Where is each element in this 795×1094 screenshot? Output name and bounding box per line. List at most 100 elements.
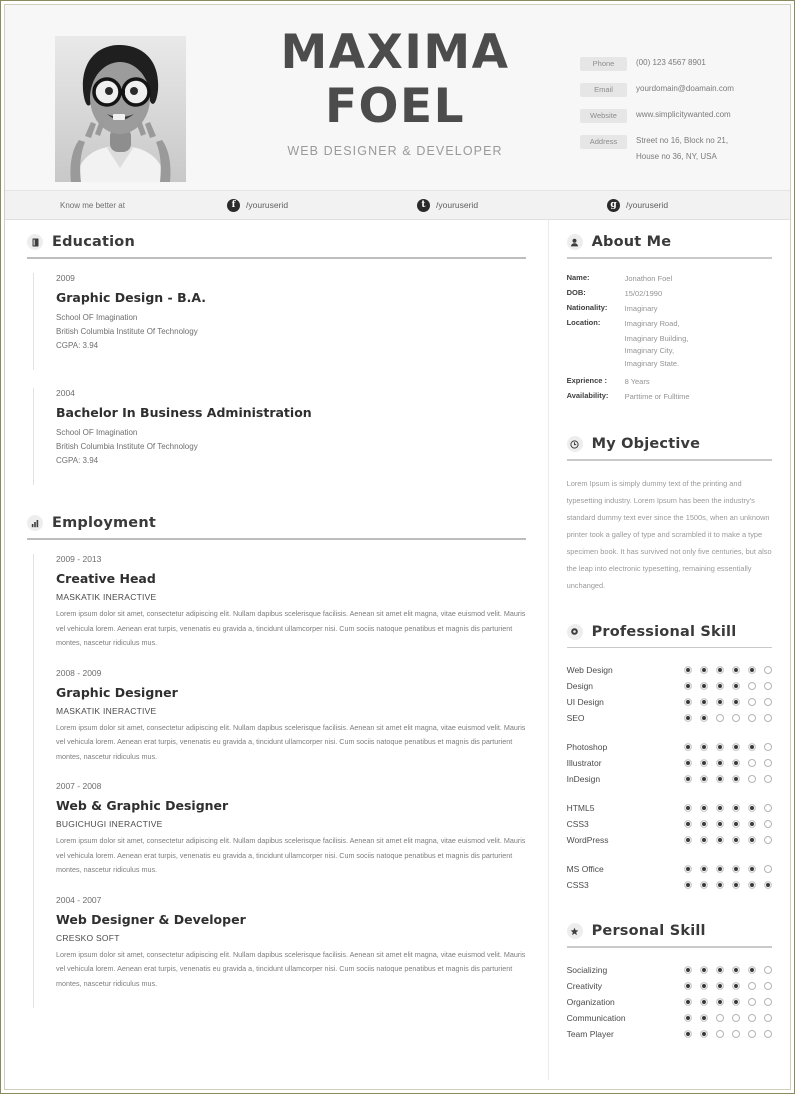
contact-list: Phone (00) 123 4567 8901 Email yourdomai… bbox=[580, 57, 780, 175]
about-location-line: Imaginary State. bbox=[624, 358, 680, 368]
section-about-me: About Me Name: Jonathon Foel DOB: 15/02/… bbox=[566, 234, 772, 403]
avatar bbox=[55, 36, 186, 182]
skill-dot-filled bbox=[732, 804, 740, 812]
education-title: Education bbox=[52, 234, 135, 250]
skill-rating bbox=[676, 666, 772, 674]
skill-dot-filled bbox=[748, 881, 756, 889]
contact-value-email[interactable]: yourdomain@doamain.com bbox=[636, 83, 734, 95]
skill-dot-filled bbox=[684, 743, 692, 751]
employment-company: MASKATIK INERACTIVE bbox=[56, 705, 157, 716]
skill-dot-filled bbox=[748, 865, 756, 873]
employment-position: Web Designer & Developer bbox=[56, 911, 246, 927]
skill-dot-empty bbox=[764, 865, 772, 873]
skill-dot-filled bbox=[700, 743, 708, 751]
skill-dot-filled bbox=[684, 981, 692, 990]
skill-dot-filled bbox=[684, 997, 692, 1006]
skill-name: HTML5 bbox=[566, 803, 595, 813]
skill-row: Design bbox=[567, 678, 772, 694]
contact-row-email: Email yourdomain@doamain.com bbox=[580, 83, 780, 97]
skill-dot-filled bbox=[748, 743, 756, 751]
professional-skill-list: Web Design Design UI Design SEO Photoshop Ill… bbox=[567, 662, 772, 893]
social-link-googleplus[interactable]: g /youruserid bbox=[607, 191, 668, 219]
skill-name: Organization bbox=[566, 996, 615, 1007]
gear-icon bbox=[566, 623, 583, 640]
education-cgpa: CGPA: 3.94 bbox=[56, 456, 99, 465]
skill-dot-filled bbox=[732, 981, 740, 990]
skill-dot-filled bbox=[684, 759, 692, 767]
contact-label-address: Address bbox=[580, 135, 627, 149]
skill-dot-filled bbox=[684, 775, 692, 783]
section-education: Education 2009 Graphic Design - B.A. Sch… bbox=[27, 234, 526, 485]
skill-dot-empty bbox=[764, 997, 772, 1006]
skill-rating bbox=[676, 865, 772, 873]
skill-dot-empty bbox=[764, 698, 772, 706]
skill-name: CSS3 bbox=[566, 880, 589, 890]
skill-dot-filled bbox=[732, 997, 740, 1006]
skill-dot-filled bbox=[748, 836, 756, 844]
name-block: MAXIMA FOEL WEB DESIGNER & DEVELOPER bbox=[220, 27, 570, 159]
skill-dot-empty bbox=[732, 1029, 740, 1038]
skill-rating bbox=[676, 682, 772, 690]
skill-dot-filled bbox=[700, 997, 708, 1006]
education-institute: British Columbia Institute Of Technology bbox=[56, 442, 198, 451]
objective-text: Lorem Ipsum is simply dummy text of the … bbox=[566, 478, 772, 590]
skill-name: MS Office bbox=[566, 864, 604, 874]
skill-dot-filled bbox=[700, 1013, 708, 1022]
skill-dot-filled bbox=[700, 981, 708, 990]
contact-label-phone: Phone bbox=[580, 57, 627, 71]
skill-row: CSS3 bbox=[567, 877, 772, 893]
skill-dot-empty bbox=[764, 775, 772, 783]
employment-year: 2007 - 2008 bbox=[56, 781, 102, 791]
skill-group-gap bbox=[567, 848, 772, 861]
contact-value-phone: (00) 123 4567 8901 bbox=[636, 58, 706, 67]
about-key: Exprience : bbox=[566, 376, 608, 385]
skill-row: Illustrator bbox=[567, 755, 772, 771]
education-year: 2009 bbox=[56, 273, 75, 283]
education-item: 2004 Bachelor In Business Administration… bbox=[33, 388, 526, 485]
skill-dot-filled bbox=[700, 820, 708, 828]
skill-row: Socializing bbox=[567, 962, 772, 978]
resume-header: MAXIMA FOEL WEB DESIGNER & DEVELOPER Pho… bbox=[5, 5, 790, 190]
skill-dot-filled bbox=[716, 775, 724, 783]
googleplus-handle: /youruserid bbox=[626, 200, 669, 210]
about-value: 15/02/1990 bbox=[624, 288, 663, 298]
skill-name: WordPress bbox=[566, 835, 609, 845]
skill-dot-filled bbox=[716, 981, 724, 990]
skill-dot-empty bbox=[748, 981, 756, 990]
contact-value-website[interactable]: www.simplicitywanted.com bbox=[636, 109, 731, 121]
skill-rating bbox=[676, 775, 772, 783]
skill-dot-empty bbox=[716, 1029, 724, 1038]
skill-dot-filled bbox=[684, 1013, 692, 1022]
skill-dot-filled bbox=[748, 820, 756, 828]
skill-dot-filled bbox=[732, 682, 740, 690]
skill-dot-filled bbox=[716, 743, 724, 751]
contact-label-email: Email bbox=[580, 83, 627, 97]
skill-rating bbox=[676, 997, 772, 1006]
skill-dot-filled bbox=[684, 804, 692, 812]
skill-name: InDesign bbox=[566, 774, 601, 784]
skill-dot-empty bbox=[748, 775, 756, 783]
skill-rating bbox=[676, 1013, 772, 1022]
skill-dot-filled bbox=[748, 804, 756, 812]
social-link-twitter[interactable]: t /youruserid bbox=[417, 191, 478, 219]
about-title: About Me bbox=[591, 234, 672, 250]
skill-dot-filled bbox=[732, 743, 740, 751]
contact-row-address: Address Street no 16, Block no 21, House… bbox=[580, 135, 780, 163]
skill-name: CSS3 bbox=[566, 819, 589, 829]
skill-dot-filled bbox=[716, 804, 724, 812]
personal-skill-rule bbox=[566, 946, 772, 948]
skill-dot-filled bbox=[716, 997, 724, 1006]
skill-name: Creativity bbox=[566, 980, 603, 991]
skill-dot-empty bbox=[716, 1013, 724, 1022]
employment-description: Lorem ipsum dolor sit amet, consectetur … bbox=[56, 949, 526, 988]
facebook-handle: /youruserid bbox=[246, 200, 289, 210]
about-location-line: Imaginary Building, bbox=[624, 333, 689, 343]
employment-header: Employment bbox=[27, 515, 526, 531]
section-objective: My Objective Lorem Ipsum is simply dummy… bbox=[566, 436, 772, 594]
social-link-facebook[interactable]: f /youruserid bbox=[227, 191, 288, 219]
education-rule bbox=[27, 257, 526, 259]
bar-chart-icon bbox=[27, 515, 43, 531]
skill-row: UI Design bbox=[567, 694, 772, 710]
